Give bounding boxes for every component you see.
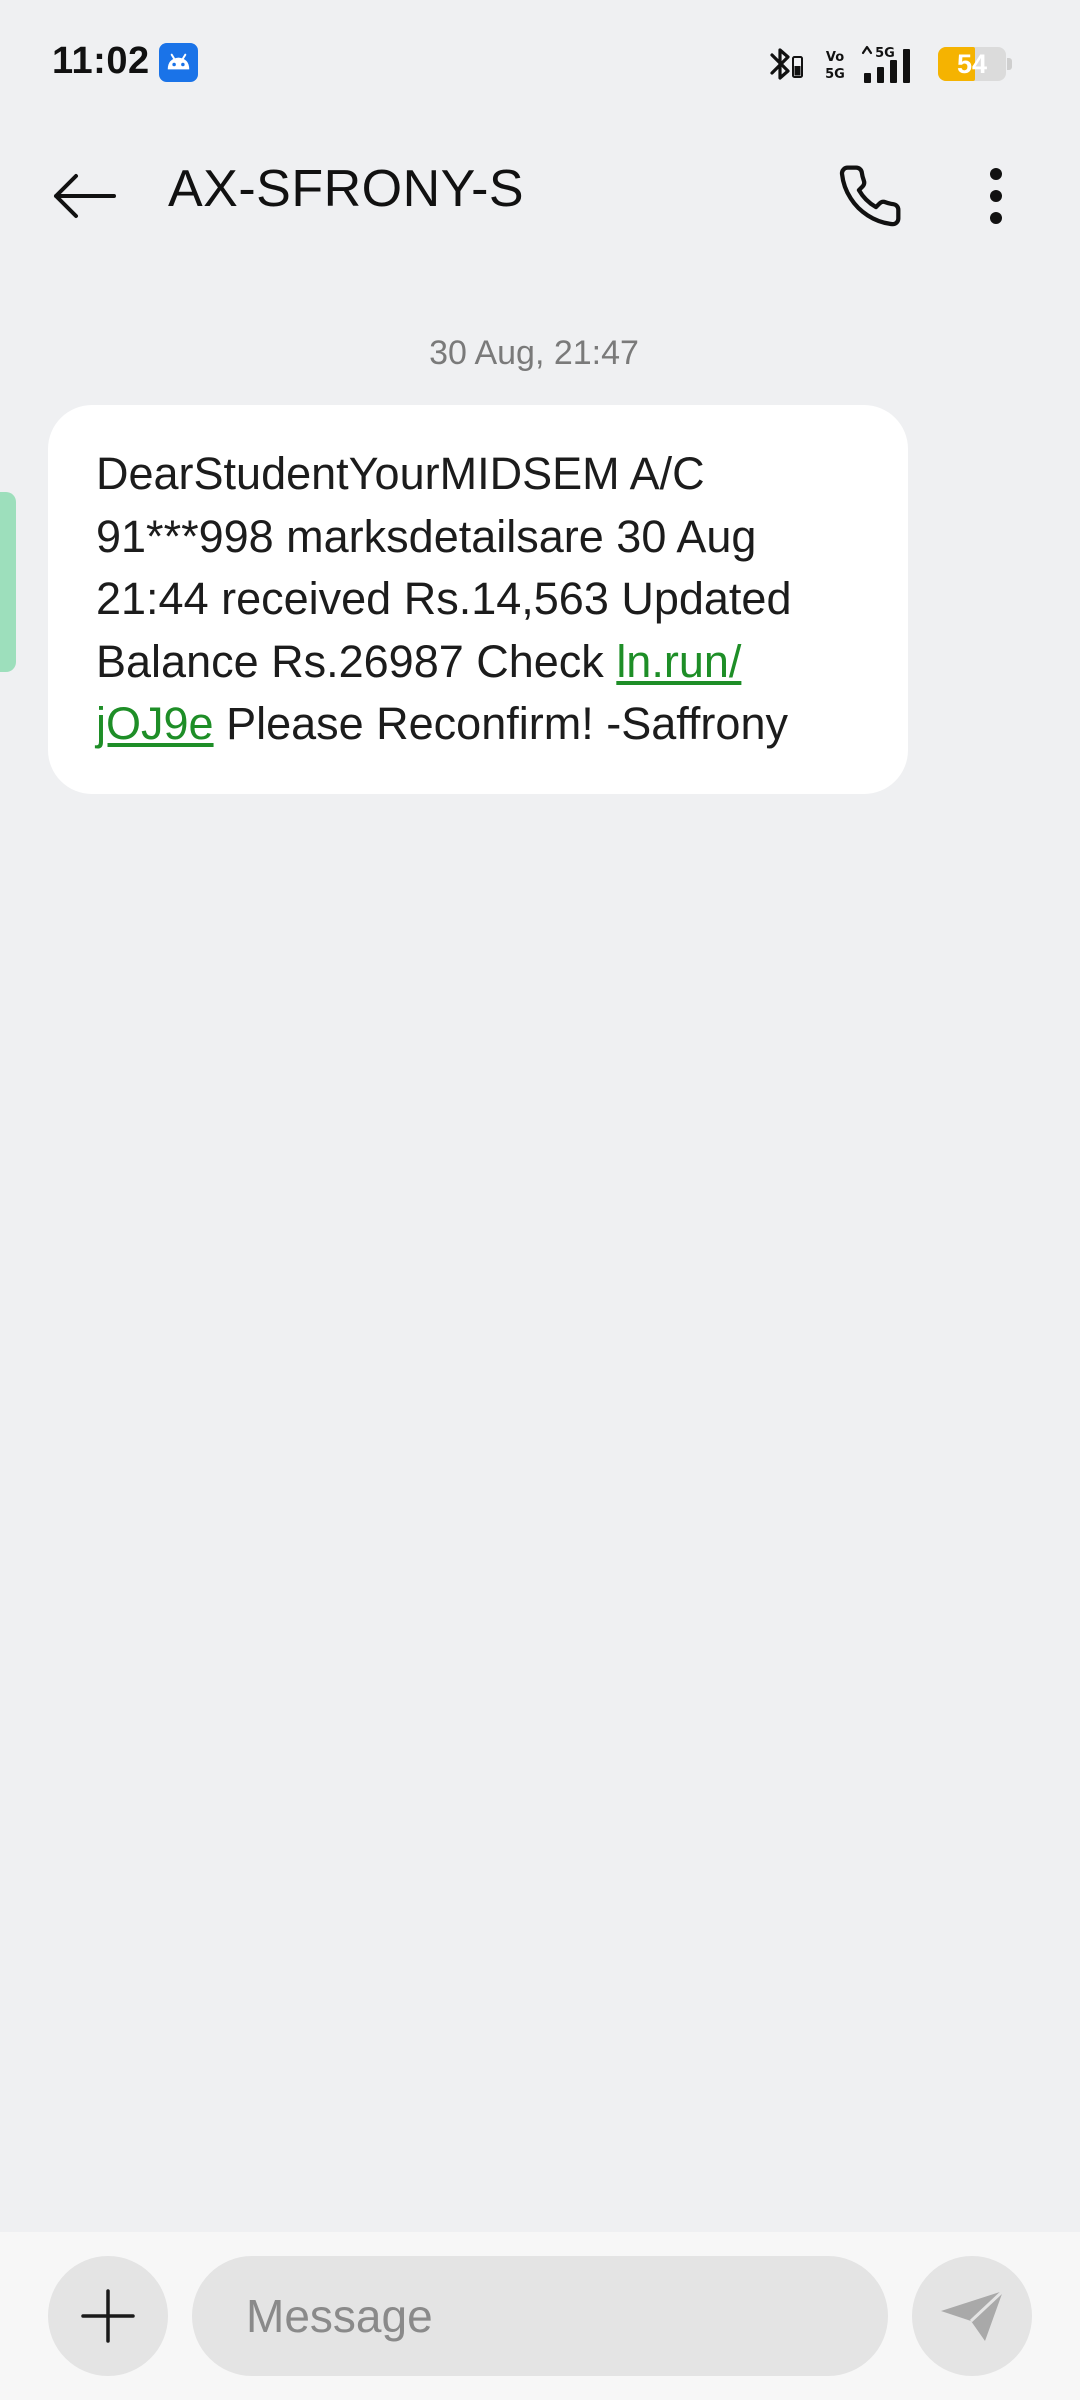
signal-icon: 5G [861,45,910,83]
message-line: 91***998 marksdetailsare 30 Aug [96,510,757,562]
conversation-header: AX-SFRONY-S [0,128,1080,250]
send-icon [941,2289,1005,2341]
message-bubble[interactable]: DearStudentYourMIDSEM A/C 91***998 marks… [48,405,908,794]
message-field[interactable] [192,2256,888,2376]
message-link-continued[interactable]: jOJ9e [96,698,214,749]
volte-icon: Vo 5G [825,50,845,82]
message-input[interactable] [246,2256,866,2376]
send-button[interactable] [912,2256,1032,2376]
call-button[interactable] [822,148,918,244]
conversation-edge-marker [0,492,16,672]
message-link[interactable]: ln.run/ [616,636,741,687]
composer-bar [0,2232,1080,2400]
message-line: Please Reconfirm! -Saffrony [213,698,788,749]
message-line: 21:44 received Rs.14,563 Updated [96,573,792,624]
android-robot-icon [159,43,198,82]
svg-text:Vo: Vo [826,50,844,65]
svg-text:5G: 5G [825,67,845,82]
svg-text:5G: 5G [875,46,895,61]
more-vertical-icon [990,168,1002,224]
message-line: Balance Rs.26987 Check [96,635,617,687]
battery-level: 54 [956,48,988,79]
arrow-left-icon [54,174,116,218]
message-timestamp: 30 Aug, 21:47 [429,334,639,372]
message-line: DearStudentYourMIDSEM A/C [96,448,705,499]
plus-icon [81,2289,135,2343]
battery-cap [1007,58,1012,70]
message-text: DearStudentYourMIDSEM A/C 91***998 marks… [96,443,868,756]
status-time: 11:02 [52,40,150,82]
phone-icon [839,165,901,227]
attach-button[interactable] [48,2256,168,2376]
more-options-button[interactable] [948,148,1044,244]
back-button[interactable] [36,148,132,244]
battery-icon: 54 [938,47,1012,81]
bluetooth-icon [770,48,803,80]
status-bar: 11:02 Vo 5G 5G 54 [0,0,1080,128]
status-icons: Vo 5G 5G 54 [766,40,1012,88]
contact-name[interactable]: AX-SFRONY-S [168,158,524,220]
